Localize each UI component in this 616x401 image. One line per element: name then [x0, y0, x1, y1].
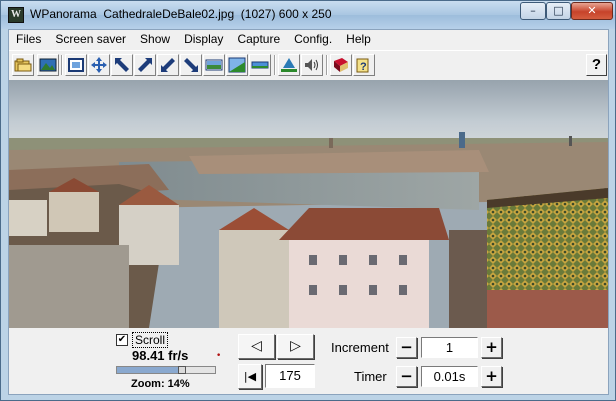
zoom-label: Zoom: 14% [131, 378, 190, 390]
sound-icon [305, 59, 318, 71]
sound-button[interactable] [301, 54, 323, 76]
display-panorama-icon [205, 59, 223, 71]
previous-button[interactable]: ◁ [238, 334, 275, 359]
app-window: W WPanorama CathedraleDeBale02.jpg (1027… [0, 0, 616, 401]
increment-field[interactable]: 1 [421, 337, 478, 358]
toolbar-separator [61, 55, 63, 75]
menu-files[interactable]: Files [9, 30, 48, 49]
arrow-down-right-icon [184, 58, 198, 72]
picture-button[interactable] [37, 54, 59, 76]
open-icon [14, 58, 32, 72]
window-title: WPanorama CathedraleDeBale02.jpg (1027) … [30, 7, 332, 21]
toolbar: ? ? [9, 50, 608, 79]
fullscreen-icon [68, 58, 84, 72]
menu-display[interactable]: Display [177, 30, 230, 49]
book-button[interactable] [330, 54, 352, 76]
menu-config[interactable]: Config. [287, 30, 339, 49]
help-button[interactable]: ? [586, 54, 607, 76]
app-icon[interactable]: W [8, 7, 24, 23]
fps-readout: 98.41 fr/s [132, 348, 189, 363]
maximize-button[interactable]: □ [546, 2, 571, 20]
toolbar-separator [274, 55, 276, 75]
control-panel: ✔ Scroll 98.41 fr/s • Zoom: 14% ◁ ▷ |◀ 1… [9, 328, 608, 394]
svg-text:?: ? [360, 61, 367, 73]
menu-capture[interactable]: Capture [230, 30, 287, 49]
toolbar-separator [326, 55, 328, 75]
scroll-down-left-button[interactable] [157, 54, 179, 76]
fullscreen-button[interactable] [65, 54, 87, 76]
next-button[interactable]: ▷ [277, 334, 314, 359]
increment-label: Increment [331, 340, 389, 355]
landscape-icon [228, 57, 246, 73]
increment-plus-button[interactable]: + [481, 337, 502, 358]
increment-minus-button[interactable]: − [396, 337, 417, 358]
scroll-toggle[interactable]: ✔ Scroll [116, 332, 169, 348]
move-icon [91, 57, 107, 73]
display-panorama-button[interactable] [203, 54, 225, 76]
scroll-up-left-button[interactable] [111, 54, 133, 76]
timer-field[interactable]: 0.01s [421, 366, 478, 387]
arrow-up-right-icon [138, 58, 152, 72]
timer-plus-button[interactable]: + [481, 366, 502, 387]
help-book-button[interactable]: ? [353, 54, 375, 76]
strip-icon [251, 61, 269, 69]
arrow-up-left-icon [115, 58, 129, 72]
picture-icon [39, 58, 57, 72]
scroll-down-right-button[interactable] [180, 54, 202, 76]
timer-minus-button[interactable]: − [396, 366, 417, 387]
timer-label: Timer [354, 369, 387, 384]
position-field[interactable]: 175 [265, 364, 315, 388]
play-button[interactable] [278, 54, 300, 76]
menu-screen-saver[interactable]: Screen saver [48, 30, 133, 49]
zoom-slider[interactable] [116, 366, 216, 374]
book-icon [334, 58, 348, 72]
landscape-button[interactable] [226, 54, 248, 76]
scroll-checkbox[interactable]: ✔ [116, 334, 128, 346]
menu-show[interactable]: Show [133, 30, 177, 49]
play-icon [281, 58, 297, 72]
client-area: Files Screen saver Show Display Capture … [8, 29, 609, 395]
open-file-button[interactable] [12, 54, 34, 76]
scroll-label[interactable]: Scroll [132, 332, 169, 348]
panorama-image[interactable] [9, 80, 608, 328]
help-book-icon: ? [356, 58, 369, 73]
title-bar[interactable]: W WPanorama CathedraleDeBale02.jpg (1027… [1, 1, 615, 29]
zoom-slider-thumb[interactable] [178, 366, 186, 374]
move-button[interactable] [88, 54, 110, 76]
arrow-down-left-icon [161, 58, 175, 72]
minimize-button[interactable]: – [520, 2, 546, 20]
scroll-up-right-button[interactable] [134, 54, 156, 76]
zoom-slider-fill [117, 367, 178, 373]
close-button[interactable]: ✕ [571, 2, 613, 20]
panorama-view [9, 80, 608, 328]
strip-view-button[interactable] [249, 54, 271, 76]
menu-help[interactable]: Help [339, 30, 378, 49]
first-button[interactable]: |◀ [238, 364, 262, 389]
menu-bar: Files Screen saver Show Display Capture … [9, 30, 608, 49]
fps-indicator-icon: • [216, 351, 222, 361]
